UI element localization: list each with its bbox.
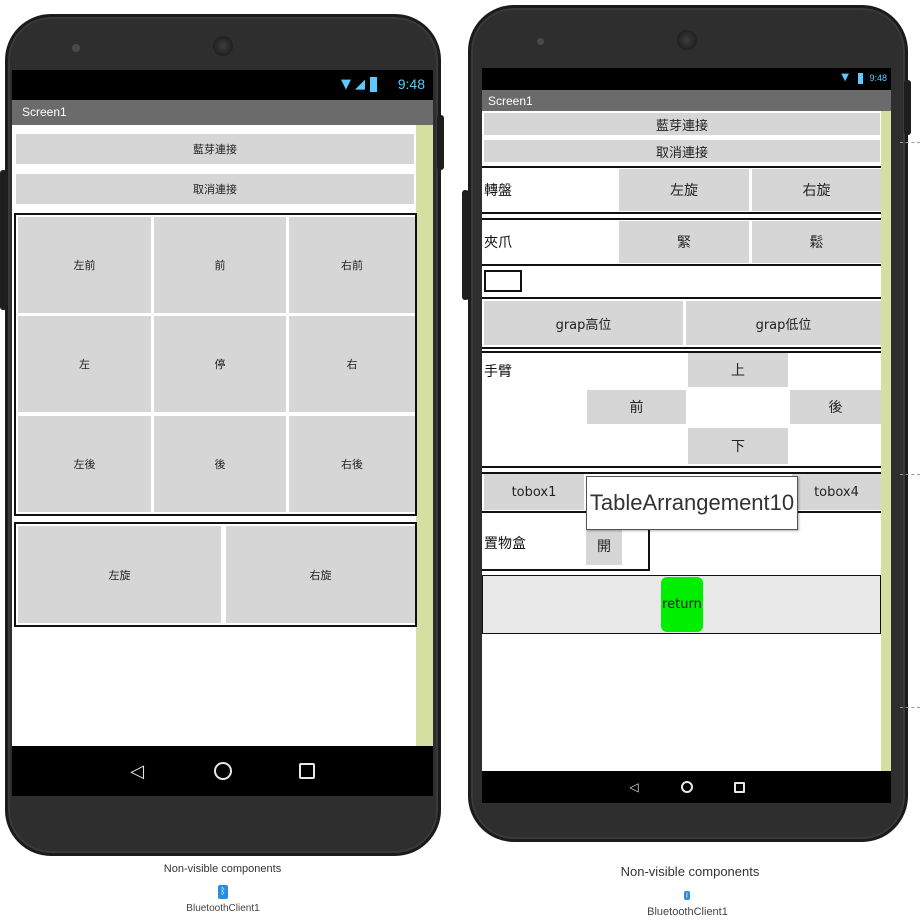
divider <box>482 264 881 266</box>
grap-low-button[interactable]: grap低位 <box>686 301 881 345</box>
forward-left-button[interactable]: 左前 <box>18 217 151 313</box>
divider <box>482 212 881 214</box>
storage-label: 置物盒 <box>484 536 526 552</box>
right-phone-side-button <box>462 190 469 300</box>
return-button[interactable]: return <box>661 577 703 632</box>
bluetooth-connect-button[interactable]: 藍芽連接 <box>16 134 414 164</box>
gripper-tight-button[interactable]: 緊 <box>619 221 749 263</box>
back-icon[interactable]: ◁ <box>122 756 152 786</box>
right-phone-side-button-right <box>904 80 911 135</box>
right-nav-bar: ◁ <box>482 771 891 803</box>
right-phone-screen: ▼ 9:48 Screen1 藍芽連接 取消連接 轉盤 左旋 右旋 夾爪 緊 鬆… <box>482 68 891 803</box>
right-side-rail <box>881 111 891 771</box>
rotate-right-button[interactable]: 右旋 <box>226 526 415 623</box>
component-tooltip: TableArrangement10 <box>586 476 798 530</box>
gripper-loose-button[interactable]: 鬆 <box>752 221 881 263</box>
status-time: 9:48 <box>397 76 425 92</box>
left-phone-side-button <box>0 170 7 310</box>
wifi-icon: ▼ <box>341 77 351 92</box>
forward-button[interactable]: 前 <box>154 217 286 313</box>
turntable-label: 轉盤 <box>484 183 512 199</box>
arm-back-button[interactable]: 後 <box>790 390 881 424</box>
guide-line <box>900 142 920 143</box>
back-icon[interactable]: ◁ <box>622 775 646 799</box>
storage-open-button[interactable]: 開 <box>586 527 622 565</box>
turntable-right-button[interactable]: 右旋 <box>752 169 881 211</box>
left-phone-camera <box>213 36 233 56</box>
arm-forward-button[interactable]: 前 <box>587 390 686 424</box>
back-right-button[interactable]: 右後 <box>289 416 415 512</box>
left-button[interactable]: 左 <box>18 316 151 412</box>
divider <box>482 297 881 299</box>
left-nav-bar: ◁ <box>12 746 433 796</box>
signal-icon: ◢ <box>355 77 365 92</box>
forward-right-button[interactable]: 右前 <box>289 217 415 313</box>
left-phone-sensor <box>72 44 80 52</box>
home-icon[interactable] <box>675 775 699 799</box>
tobox4-button[interactable]: tobox4 <box>792 474 881 510</box>
status-time: 9:48 <box>869 73 887 83</box>
screen-title: Screen1 <box>488 94 533 108</box>
bluetooth-connect-button[interactable]: 藍芽連接 <box>484 113 880 135</box>
left-phone-screen: ▼ ◢ 9:48 Screen1 藍芽連接 取消連接 左前 前 右前 左 停 右… <box>12 70 433 796</box>
arm-label: 手臂 <box>484 364 512 380</box>
home-icon[interactable] <box>208 756 238 786</box>
bluetooth-client-item[interactable]: BluetoothClient1 <box>630 906 745 918</box>
rotate-row: 左旋 右旋 <box>14 522 417 627</box>
bluetooth-disconnect-button[interactable]: 取消連接 <box>484 140 880 162</box>
arm-down-button[interactable]: 下 <box>688 428 788 464</box>
non-visible-components-title: Non-visible components <box>163 863 282 875</box>
stop-button[interactable]: 停 <box>154 316 286 412</box>
tobox1-button[interactable]: tobox1 <box>484 474 584 510</box>
battery-icon <box>370 77 377 92</box>
recents-icon[interactable] <box>292 756 322 786</box>
screen-title: Screen1 <box>22 105 67 119</box>
left-status-bar: ▼ ◢ 9:48 <box>12 70 433 100</box>
right-title-bar: Screen1 <box>482 90 891 111</box>
right-phone-sensor <box>537 38 544 45</box>
back-left-button[interactable]: 左後 <box>18 416 151 512</box>
non-visible-components-title: Non-visible components <box>620 864 760 879</box>
guide-line <box>900 707 920 708</box>
bluetooth-icon: ᛒ <box>684 891 690 900</box>
divider <box>482 466 881 468</box>
bluetooth-client-item[interactable]: BluetoothClient1 <box>170 903 276 914</box>
right-status-bar: ▼ 9:48 <box>482 68 891 90</box>
divider <box>482 347 881 349</box>
guide-line <box>900 474 920 475</box>
right-phone-camera <box>677 30 697 50</box>
bluetooth-disconnect-button[interactable]: 取消連接 <box>16 174 414 204</box>
left-side-rail <box>416 125 433 746</box>
text-input[interactable] <box>484 270 522 292</box>
arm-up-button[interactable]: 上 <box>688 353 788 387</box>
wifi-icon: ▼ <box>841 72 849 83</box>
right-button[interactable]: 右 <box>289 316 415 412</box>
left-phone-side-button-right <box>437 115 444 170</box>
bluetooth-icon: ᛒ <box>218 885 228 899</box>
grap-high-button[interactable]: grap高位 <box>484 301 683 345</box>
backward-button[interactable]: 後 <box>154 416 286 512</box>
battery-icon <box>858 73 863 84</box>
direction-grid: 左前 前 右前 左 停 右 左後 後 右後 <box>14 213 417 516</box>
rotate-left-button[interactable]: 左旋 <box>18 526 221 623</box>
left-title-bar: Screen1 <box>12 100 433 125</box>
divider <box>482 351 881 353</box>
gripper-label: 夾爪 <box>484 235 512 251</box>
turntable-left-button[interactable]: 左旋 <box>619 169 749 211</box>
recents-icon[interactable] <box>727 775 751 799</box>
